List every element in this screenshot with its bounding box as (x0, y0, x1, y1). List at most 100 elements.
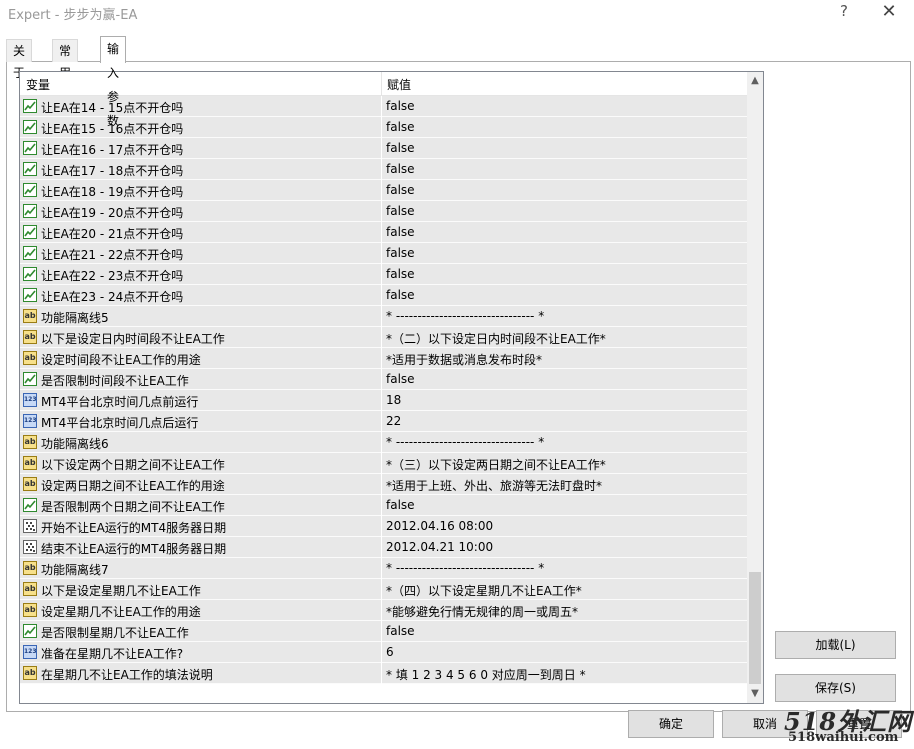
table-row[interactable]: 让EA在20 - 21点不开仓吗 false (20, 222, 747, 243)
variable-value[interactable]: *（二）以下设定日内时间段不让EA工作* (386, 330, 606, 347)
variable-name: 是否限制时间段不让EA工作 (41, 374, 189, 388)
variable-value[interactable]: false (386, 288, 415, 302)
close-button[interactable]: ✕ (876, 1, 902, 23)
variable-value[interactable]: 22 (386, 414, 401, 428)
variable-name: MT4平台北京时间几点前运行 (41, 395, 199, 409)
vertical-scrollbar[interactable]: ▲ ▼ (747, 72, 763, 703)
table-row[interactable]: 让EA在19 - 20点不开仓吗 false (20, 201, 747, 222)
table-row[interactable]: ab 功能隔离线6 * ------------------------------… (20, 432, 747, 453)
ok-button[interactable]: 确定 (628, 710, 714, 738)
variable-name: 让EA在23 - 24点不开仓吗 (41, 290, 184, 304)
table-row[interactable]: ab 以下是设定星期几不让EA工作 *（四）以下设定星期几不让EA工作* (20, 579, 747, 600)
variable-value[interactable]: * -------------------------------- * (386, 435, 544, 449)
variable-value[interactable]: false (386, 498, 415, 512)
table-row[interactable]: 是否限制时间段不让EA工作 false (20, 369, 747, 390)
scroll-down-arrow-icon[interactable]: ▼ (749, 688, 761, 700)
table-row[interactable]: ab 功能隔离线5 * ------------------------------… (20, 306, 747, 327)
int-icon: 123 (23, 414, 37, 428)
table-row[interactable]: 让EA在18 - 19点不开仓吗 false (20, 180, 747, 201)
table-row[interactable]: 是否限制两个日期之间不让EA工作 false (20, 495, 747, 516)
value-column-header[interactable]: 赋值 (387, 76, 411, 93)
table-row[interactable]: 123 准备在星期几不让EA工作? 6 (20, 642, 747, 663)
table-row[interactable]: 是否限制星期几不让EA工作 false (20, 621, 747, 642)
string-icon: ab (23, 309, 37, 323)
column-divider (381, 348, 382, 369)
variable-value[interactable]: false (386, 624, 415, 638)
table-row[interactable]: ab 设定星期几不让EA工作的用途 *能够避免行情无规律的周一或周五* (20, 600, 747, 621)
header-divider[interactable] (381, 72, 382, 95)
variable-name: 让EA在17 - 18点不开仓吗 (41, 164, 184, 178)
column-divider (381, 495, 382, 516)
variable-name: 功能隔离线5 (41, 311, 109, 325)
table-row[interactable]: 让EA在23 - 24点不开仓吗 false (20, 285, 747, 306)
variable-value[interactable]: false (386, 120, 415, 134)
table-row[interactable]: 123 MT4平台北京时间几点后运行 22 (20, 411, 747, 432)
table-row[interactable]: 让EA在17 - 18点不开仓吗 false (20, 159, 747, 180)
variable-value[interactable]: 2012.04.21 10:00 (386, 540, 493, 554)
tab-inputs[interactable]: 输入参数 (100, 36, 127, 128)
grid-rows: 让EA在14 - 15点不开仓吗 false 让EA在15 - 16点不开仓吗 fal… (20, 96, 747, 684)
table-row[interactable]: 让EA在21 - 22点不开仓吗 false (20, 243, 747, 264)
variable-name: 让EA在22 - 23点不开仓吗 (41, 269, 184, 283)
table-row[interactable]: 结束不让EA运行的MT4服务器日期 2012.04.21 10:00 (20, 537, 747, 558)
help-button[interactable]: ? (832, 2, 856, 22)
variable-value[interactable]: false (386, 141, 415, 155)
table-row[interactable]: ab 在星期几不让EA工作的填法说明 * 填 1 2 3 4 5 6 0 对应周一到… (20, 663, 747, 684)
variable-value[interactable]: * -------------------------------- * (386, 309, 544, 323)
column-divider (381, 285, 382, 306)
bool-icon (23, 204, 37, 218)
column-divider (381, 201, 382, 222)
bool-icon (23, 141, 37, 155)
variable-value[interactable]: *能够避免行情无规律的周一或周五* (386, 603, 578, 620)
variable-value[interactable]: 18 (386, 393, 401, 407)
variable-value[interactable]: *（三）以下设定两日期之间不让EA工作* (386, 456, 606, 473)
bool-icon (23, 120, 37, 134)
variable-name: 在星期几不让EA工作的填法说明 (41, 668, 213, 682)
variable-name: 设定时间段不让EA工作的用途 (41, 353, 201, 367)
save-button[interactable]: 保存(S) (775, 674, 896, 702)
variable-value[interactable]: false (386, 99, 415, 113)
variable-name: 以下是设定星期几不让EA工作 (41, 584, 201, 598)
column-divider (381, 516, 382, 537)
table-row[interactable]: ab 以下是设定日内时间段不让EA工作 *（二）以下设定日内时间段不让EA工作* (20, 327, 747, 348)
variable-value[interactable]: false (386, 246, 415, 260)
table-row[interactable]: 让EA在14 - 15点不开仓吗 false (20, 96, 747, 117)
variable-value[interactable]: false (386, 372, 415, 386)
scroll-up-arrow-icon[interactable]: ▲ (749, 75, 761, 87)
table-row[interactable]: 让EA在15 - 16点不开仓吗 false (20, 117, 747, 138)
table-row[interactable]: 让EA在16 - 17点不开仓吗 false (20, 138, 747, 159)
variable-value[interactable]: false (386, 183, 415, 197)
table-row[interactable]: ab 设定两日期之间不让EA工作的用途 *适用于上班、外出、旅游等无法盯盘时* (20, 474, 747, 495)
table-row[interactable]: ab 功能隔离线7 * ------------------------------… (20, 558, 747, 579)
string-icon: ab (23, 603, 37, 617)
variable-value[interactable]: false (386, 204, 415, 218)
load-button[interactable]: 加载(L) (775, 631, 896, 659)
variable-value[interactable]: false (386, 162, 415, 176)
variable-value[interactable]: * 填 1 2 3 4 5 6 0 对应周一到周日 * (386, 666, 586, 683)
watermark-url: 518waihui.com (788, 730, 899, 745)
scrollbar-thumb[interactable] (749, 572, 761, 684)
column-divider (381, 453, 382, 474)
tab-common[interactable]: 常用 (52, 39, 79, 80)
variable-value[interactable]: * -------------------------------- * (386, 561, 544, 575)
variable-value[interactable]: false (386, 225, 415, 239)
variable-name: 让EA在19 - 20点不开仓吗 (41, 206, 184, 220)
variable-value[interactable]: 2012.04.16 08:00 (386, 519, 493, 533)
variable-column-header[interactable]: 变量 (26, 76, 50, 93)
string-icon: ab (23, 435, 37, 449)
table-row[interactable]: ab 设定时间段不让EA工作的用途 *适用于数据或消息发布时段* (20, 348, 747, 369)
datetime-icon (23, 540, 37, 554)
variable-value[interactable]: *适用于数据或消息发布时段* (386, 351, 542, 368)
variable-name: 设定两日期之间不让EA工作的用途 (41, 479, 225, 493)
table-row[interactable]: ab 以下设定两个日期之间不让EA工作 *（三）以下设定两日期之间不让EA工作* (20, 453, 747, 474)
bool-icon (23, 267, 37, 281)
table-row[interactable]: 123 MT4平台北京时间几点前运行 18 (20, 390, 747, 411)
variable-value[interactable]: 6 (386, 645, 394, 659)
variable-value[interactable]: *适用于上班、外出、旅游等无法盯盘时* (386, 477, 602, 494)
column-divider (381, 663, 382, 684)
tab-about[interactable]: 关于 (6, 39, 33, 80)
variable-value[interactable]: false (386, 267, 415, 281)
table-row[interactable]: 让EA在22 - 23点不开仓吗 false (20, 264, 747, 285)
table-row[interactable]: 开始不让EA运行的MT4服务器日期 2012.04.16 08:00 (20, 516, 747, 537)
variable-value[interactable]: *（四）以下设定星期几不让EA工作* (386, 582, 582, 599)
